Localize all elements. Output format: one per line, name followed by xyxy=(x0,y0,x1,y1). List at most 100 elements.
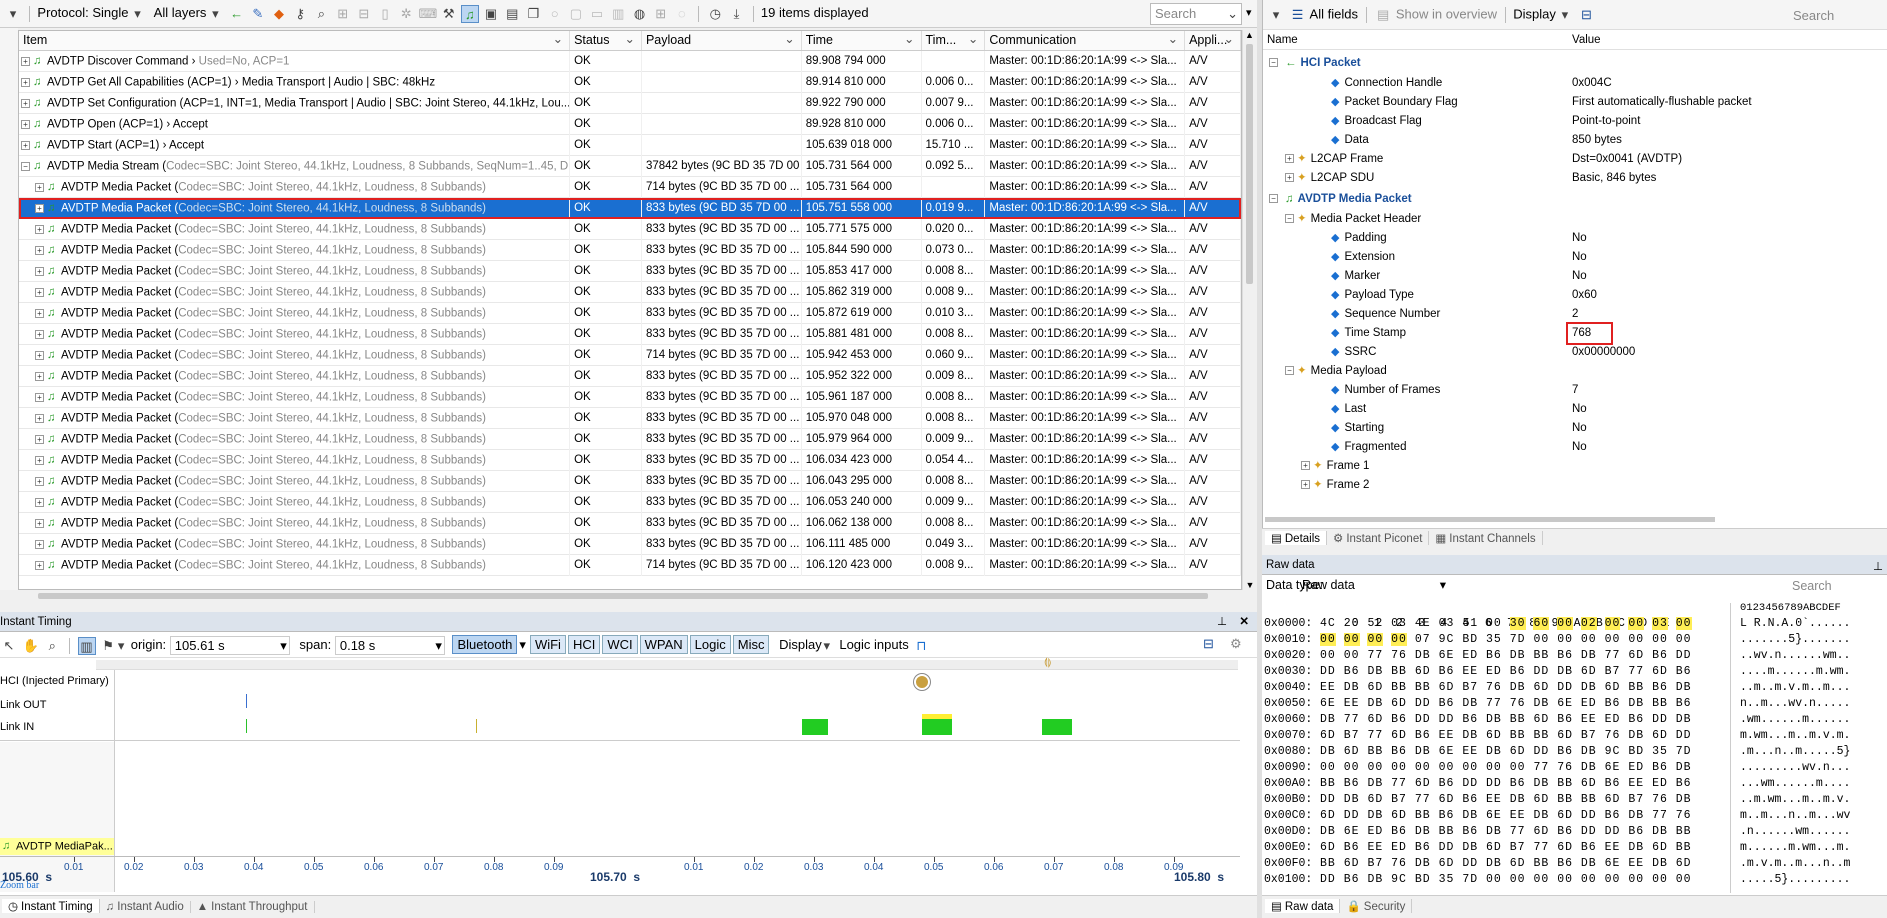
raw-search-placeholder[interactable]: Search xyxy=(1792,579,1832,593)
key-icon[interactable]: ⚷ xyxy=(291,5,309,23)
detail-row[interactable]: ◆ Fragmented No xyxy=(1263,438,1887,457)
expand-icon[interactable]: + xyxy=(35,497,44,507)
splitter-bar[interactable] xyxy=(1257,0,1262,918)
tab[interactable]: ▲ Instant Throughput xyxy=(191,901,315,913)
layers-selector[interactable]: All layers xyxy=(154,5,207,20)
details-search-placeholder[interactable]: Search xyxy=(1793,8,1834,23)
packet-row[interactable]: + ♫ AVDTP Media Packet (Codec=SBC: Joint S… xyxy=(19,449,1241,471)
export-icon[interactable]: ⊟ xyxy=(1203,636,1214,652)
tools-icon[interactable]: ⚒ xyxy=(440,5,458,23)
overview-icon[interactable]: ▤ xyxy=(1374,6,1392,24)
column-header[interactable]: Tim... xyxy=(922,31,986,50)
settings-icon[interactable]: ⚙ xyxy=(1230,636,1242,652)
packet-row[interactable]: + ♫ AVDTP Media Packet (Codec=SBC: Joint S… xyxy=(19,470,1241,492)
packet-row[interactable]: + ♫ AVDTP Media Packet (Codec=SBC: Joint S… xyxy=(19,218,1241,240)
cursor-handle-icon[interactable]: ⟬⟭ xyxy=(1044,657,1051,668)
expand-icon[interactable]: + xyxy=(35,392,44,402)
column-header[interactable]: Communication xyxy=(985,31,1186,50)
packet-row[interactable]: + ♫ AVDTP Media Packet (Codec=SBC: Joint S… xyxy=(19,512,1241,534)
scroll-thumb[interactable] xyxy=(1246,44,1253,284)
detail-row[interactable]: + ✦ Frame 2 xyxy=(1263,476,1887,495)
span-input[interactable]: 0.18 s ▾ xyxy=(334,636,445,656)
packet-row[interactable]: + ♫ AVDTP Start (ACP=1) › Accept OK 105.639 … xyxy=(19,134,1241,156)
filter-bluetooth[interactable]: Bluetooth xyxy=(452,635,518,654)
link-in-tick[interactable] xyxy=(476,719,477,733)
packet-row[interactable]: + ♫ AVDTP Media Packet (Codec=SBC: Joint S… xyxy=(19,428,1241,450)
collapse-icon[interactable]: − xyxy=(1269,194,1278,204)
expand-icon[interactable]: + xyxy=(1285,154,1294,164)
bookmark-icon[interactable]: ◆ xyxy=(270,5,288,23)
audio-note-icon[interactable]: ♫ xyxy=(460,5,479,23)
expand-icon[interactable]: + xyxy=(35,245,44,255)
scroll-up-icon[interactable]: ▲ xyxy=(1243,30,1256,42)
filter-misc[interactable]: Misc xyxy=(732,635,770,654)
packet-row[interactable]: + ♫ AVDTP Set Configuration (ACP=1, INT=1,… xyxy=(19,92,1241,114)
disabled-icon[interactable]: ◌ xyxy=(673,5,691,23)
link-out-tick[interactable] xyxy=(246,694,247,708)
packet-row[interactable]: + ♫ AVDTP Media Packet (Codec=SBC: Joint S… xyxy=(19,197,1241,219)
expand-icon[interactable]: + xyxy=(21,140,30,150)
packet-row[interactable]: + ♫ AVDTP Open (ACP=1) › Accept OK 89.928 81… xyxy=(19,113,1241,135)
pin-icon[interactable]: ⊥ xyxy=(1217,612,1227,632)
filter-wci[interactable]: WCI xyxy=(602,635,638,654)
expand-icon[interactable]: + xyxy=(1285,173,1294,183)
packet-row[interactable]: + ♫ AVDTP Media Packet (Codec=SBC: Joint S… xyxy=(19,344,1241,366)
pencil-icon[interactable]: ✎ xyxy=(249,5,267,23)
disabled-icon[interactable]: ▥ xyxy=(609,5,627,23)
detail-row[interactable]: ◆ Number of Frames 7 xyxy=(1263,381,1887,400)
detail-row[interactable]: ◆ Data 850 bytes xyxy=(1263,131,1887,150)
detail-row[interactable]: ◆ Padding No xyxy=(1263,229,1887,248)
expand-icon[interactable]: + xyxy=(35,308,44,318)
tab[interactable]: ▤ Raw data xyxy=(1265,899,1341,913)
detail-row[interactable]: + ✦ L2CAP SDU Basic, 846 bytes xyxy=(1263,169,1887,188)
expand-icon[interactable]: + xyxy=(35,455,44,465)
expand-icon[interactable]: + xyxy=(21,77,30,87)
display-menu[interactable]: Display xyxy=(779,637,822,652)
packet-row[interactable]: + ♫ AVDTP Media Packet (Codec=SBC: Joint S… xyxy=(19,491,1241,513)
packet-row[interactable]: + ♫ AVDTP Media Packet (Codec=SBC: Joint S… xyxy=(19,386,1241,408)
filter-wifi[interactable]: WiFi xyxy=(529,635,566,654)
download-icon[interactable]: ⤓ xyxy=(728,5,746,23)
dropdown-icon[interactable]: ▾ xyxy=(1267,6,1285,24)
expand-icon[interactable]: + xyxy=(35,413,44,423)
expand-icon[interactable]: + xyxy=(35,203,44,213)
cursor-marker-icon[interactable] xyxy=(914,674,930,690)
name-column-header[interactable]: Name xyxy=(1267,34,1298,46)
pointer-icon[interactable]: ↖ xyxy=(0,637,18,655)
expand-icon[interactable]: + xyxy=(35,287,44,297)
packet-list-hscrollbar[interactable] xyxy=(18,590,1242,602)
packet-row[interactable]: − ♫ AVDTP Media Stream (Codec=SBC: Joint S… xyxy=(19,155,1241,177)
detail-row[interactable]: ◆ Broadcast Flag Point-to-point xyxy=(1263,112,1887,131)
tab[interactable]: 🔒 Security xyxy=(1340,899,1413,913)
column-header[interactable]: Item xyxy=(19,31,571,50)
column-header[interactable]: Appli... xyxy=(1185,31,1241,50)
export-icon[interactable]: ⊟ xyxy=(1577,6,1595,24)
packet-row[interactable]: + ♫ AVDTP Discover Command › Used=No, ACP=… xyxy=(19,50,1241,72)
detail-row[interactable]: − ← HCI Packet xyxy=(1263,52,1887,74)
detail-row[interactable]: ◆ Payload Type 0x60 xyxy=(1263,286,1887,305)
search-icon[interactable]: ⌕ xyxy=(312,5,330,23)
filter-hci[interactable]: HCI xyxy=(567,635,601,654)
link-in-packet-bar[interactable] xyxy=(922,719,952,735)
show-overview-button[interactable]: Show in overview xyxy=(1396,6,1497,21)
detail-row[interactable]: ◆ Starting No xyxy=(1263,419,1887,438)
link-in-tick[interactable] xyxy=(246,719,247,733)
logic-inputs-button[interactable]: Logic inputs xyxy=(839,637,908,652)
expand-icon[interactable]: + xyxy=(35,560,44,570)
scroll-down-icon[interactable]: ▼ xyxy=(1243,580,1257,590)
packet-row[interactable]: + ♫ AVDTP Media Packet (Codec=SBC: Joint S… xyxy=(19,281,1241,303)
packet-row[interactable]: + ♫ AVDTP Get All Capabilities (ACP=1) › M… xyxy=(19,71,1241,93)
expand-icon[interactable]: + xyxy=(35,182,44,192)
details-hscrollbar[interactable] xyxy=(1263,514,1887,524)
detail-row[interactable]: − ♫ AVDTP Media Packet xyxy=(1263,188,1887,210)
collapse-icon[interactable]: − xyxy=(1269,58,1278,68)
expand-icon[interactable]: + xyxy=(21,98,30,108)
link-in-packet-bar[interactable] xyxy=(802,719,828,735)
hierarchy-icon[interactable]: ☰ xyxy=(1289,6,1307,24)
collapse-icon[interactable]: − xyxy=(1285,366,1294,376)
packet-row[interactable]: + ♫ AVDTP Media Packet (Codec=SBC: Joint S… xyxy=(19,407,1241,429)
zoom-bar-label[interactable]: Zoom bar xyxy=(0,880,39,891)
clock-icon[interactable]: ◷ xyxy=(706,5,724,23)
chevron-down-icon[interactable]: ▾ xyxy=(1440,577,1446,592)
collapse-icon[interactable]: − xyxy=(1285,214,1294,224)
